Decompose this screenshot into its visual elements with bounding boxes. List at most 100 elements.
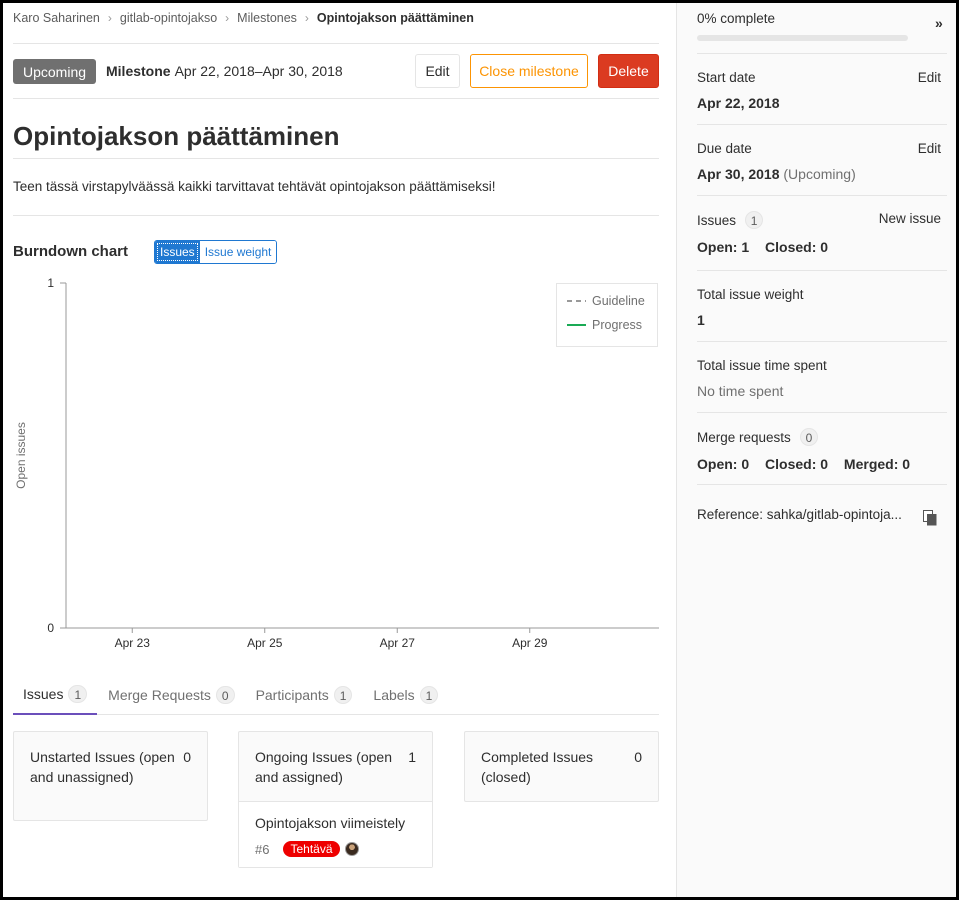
- start-date-edit-link[interactable]: Edit: [918, 70, 941, 85]
- divider: [697, 412, 947, 413]
- divider: [697, 53, 947, 54]
- due-date-label: Due date: [697, 141, 752, 156]
- breadcrumb-item-user[interactable]: Karo Saharinen: [13, 11, 100, 25]
- breadcrumb-item-milestones[interactable]: Milestones: [237, 11, 297, 25]
- sidebar-issues: Issues 1 New issue Open: 1 Closed: 0: [697, 211, 947, 255]
- y-tick-label: 1: [47, 276, 54, 290]
- due-date-value: Apr 30, 2018: [697, 166, 780, 182]
- breadcrumb-current[interactable]: Opintojakson päättäminen: [317, 11, 474, 25]
- merge-requests-count: 0: [799, 428, 819, 446]
- breadcrumb: Karo Saharinen › gitlab-opintojakso › Mi…: [13, 9, 474, 27]
- merge-requests-label-row: Merge requests 0: [697, 428, 947, 446]
- issues-open[interactable]: Open: 1: [697, 239, 749, 255]
- divider: [697, 484, 947, 485]
- tab-merge-requests-count: 0: [215, 686, 235, 704]
- milestone-description: Teen tässä virstapylväässä kaikki tarvit…: [13, 179, 496, 194]
- assignee-avatar[interactable]: [344, 842, 359, 856]
- board-count: 0: [183, 749, 191, 765]
- delete-button[interactable]: Delete: [598, 54, 659, 88]
- issue-reference: #6: [255, 841, 270, 857]
- board-count: 1: [408, 749, 416, 765]
- legend-progress-label: Progress: [592, 318, 643, 332]
- issue-label-badge[interactable]: Tehtävä: [283, 841, 340, 857]
- issue-title[interactable]: Opintojakson viimeistely: [255, 815, 416, 831]
- board-header: Ongoing Issues (open and assigned) 1: [239, 732, 432, 801]
- milestone-label: Milestone: [106, 63, 171, 79]
- start-date-label: Start date: [697, 70, 756, 85]
- milestone-sidebar: 0% complete » Start date Edit Apr 22, 20…: [676, 3, 956, 897]
- board-header: Unstarted Issues (open and unassigned) 0: [14, 732, 207, 820]
- due-date-edit-link[interactable]: Edit: [918, 141, 941, 156]
- divider: [13, 215, 659, 216]
- issues-count: 1: [744, 211, 764, 229]
- merge-requests-stats: Open: 0 Closed: 0 Merged: 0: [697, 456, 947, 472]
- tab-labels[interactable]: Labels 1: [363, 675, 448, 715]
- tab-issues-count: 1: [68, 685, 88, 703]
- tab-merge-requests[interactable]: Merge Requests 0: [98, 675, 244, 715]
- tab-participants-count: 1: [333, 686, 353, 704]
- divider: [13, 98, 659, 99]
- divider: [697, 270, 947, 271]
- board-count: 0: [634, 749, 642, 765]
- progress-label: 0% complete: [697, 11, 776, 26]
- mr-merged[interactable]: Merged: 0: [844, 456, 910, 472]
- board-title: Completed Issues (closed): [481, 749, 594, 785]
- toggle-issues-button[interactable]: Issues: [155, 241, 200, 263]
- burndown-title: Burndown chart: [13, 243, 128, 260]
- milestone-date-range: Milestone Apr 22, 2018–Apr 30, 2018: [106, 63, 343, 79]
- y-axis-label: Open issues: [14, 422, 28, 489]
- issues-label: Issues: [697, 213, 737, 228]
- edit-button[interactable]: Edit: [415, 54, 460, 88]
- page-title: Opintojakson päättäminen: [13, 121, 340, 151]
- legend-guideline-label: Guideline: [592, 294, 645, 308]
- chevron-right-icon: ›: [107, 11, 112, 25]
- issues-closed[interactable]: Closed: 0: [765, 239, 828, 255]
- board-ongoing-issues: Ongoing Issues (open and assigned) 1 Opi…: [238, 731, 433, 868]
- reference-label: Reference: sahka/gitlab-opintoja...: [697, 507, 902, 522]
- tab-participants[interactable]: Participants 1: [246, 675, 363, 715]
- board-header: Completed Issues (closed) 0: [465, 732, 658, 801]
- board-unstarted-issues: Unstarted Issues (open and unassigned) 0: [13, 731, 208, 821]
- sidebar-due-date: Due date Edit Apr 30, 2018 (Upcoming): [697, 141, 947, 182]
- tab-labels-count: 1: [419, 686, 439, 704]
- y-tick-label: 0: [47, 621, 54, 635]
- close-milestone-button[interactable]: Close milestone: [470, 54, 588, 88]
- breadcrumb-item-project[interactable]: gitlab-opintojakso: [120, 11, 217, 25]
- board-title: Unstarted Issues (open and unassigned): [30, 749, 175, 785]
- merge-requests-label: Merge requests: [697, 430, 791, 445]
- due-date-value-row: Apr 30, 2018 (Upcoming): [697, 166, 947, 182]
- divider: [697, 195, 947, 196]
- weight-label: Total issue weight: [697, 287, 804, 302]
- new-issue-link[interactable]: New issue: [879, 211, 941, 226]
- time-spent-value: No time spent: [697, 383, 784, 399]
- collapse-sidebar-icon[interactable]: »: [935, 15, 951, 33]
- issues-stats: Open: 1 Closed: 0: [697, 239, 947, 255]
- issue-meta: #6 Tehtävä: [255, 841, 416, 857]
- sidebar-start-date: Start date Edit Apr 22, 2018: [697, 70, 947, 111]
- sidebar-weight: Total issue weight 1: [697, 287, 947, 328]
- sidebar-merge-requests: Merge requests 0 Open: 0 Closed: 0 Merge…: [697, 428, 947, 472]
- burndown-toggle: Issues Issue weight: [154, 240, 278, 264]
- toggle-issue-weight-button[interactable]: Issue weight: [199, 241, 277, 263]
- tab-merge-requests-label: Merge Requests: [108, 687, 211, 703]
- status-badge: Upcoming: [13, 59, 96, 84]
- board-completed-issues: Completed Issues (closed) 0: [464, 731, 659, 802]
- due-date-status: (Upcoming): [783, 166, 856, 182]
- x-tick-label: Apr 29: [512, 636, 548, 650]
- main-content: Karo Saharinen › gitlab-opintojakso › Mi…: [13, 3, 662, 897]
- milestone-tabs: Issues 1 Merge Requests 0 Participants 1…: [13, 675, 659, 715]
- mr-closed[interactable]: Closed: 0: [765, 456, 828, 472]
- divider: [13, 158, 659, 159]
- board-title: Ongoing Issues (open and assigned): [255, 749, 392, 785]
- divider: [697, 124, 947, 125]
- mr-open[interactable]: Open: 0: [697, 456, 749, 472]
- issue-card[interactable]: Opintojakson viimeistely #6 Tehtävä: [239, 801, 432, 867]
- guideline-swatch: [567, 300, 586, 302]
- progress-swatch: [567, 324, 586, 326]
- divider: [13, 43, 659, 44]
- tab-issues[interactable]: Issues 1: [13, 675, 98, 715]
- copy-icon[interactable]: [923, 510, 937, 526]
- chevron-right-icon: ›: [304, 11, 309, 25]
- x-tick-label: Apr 27: [380, 636, 416, 650]
- divider: [697, 341, 947, 342]
